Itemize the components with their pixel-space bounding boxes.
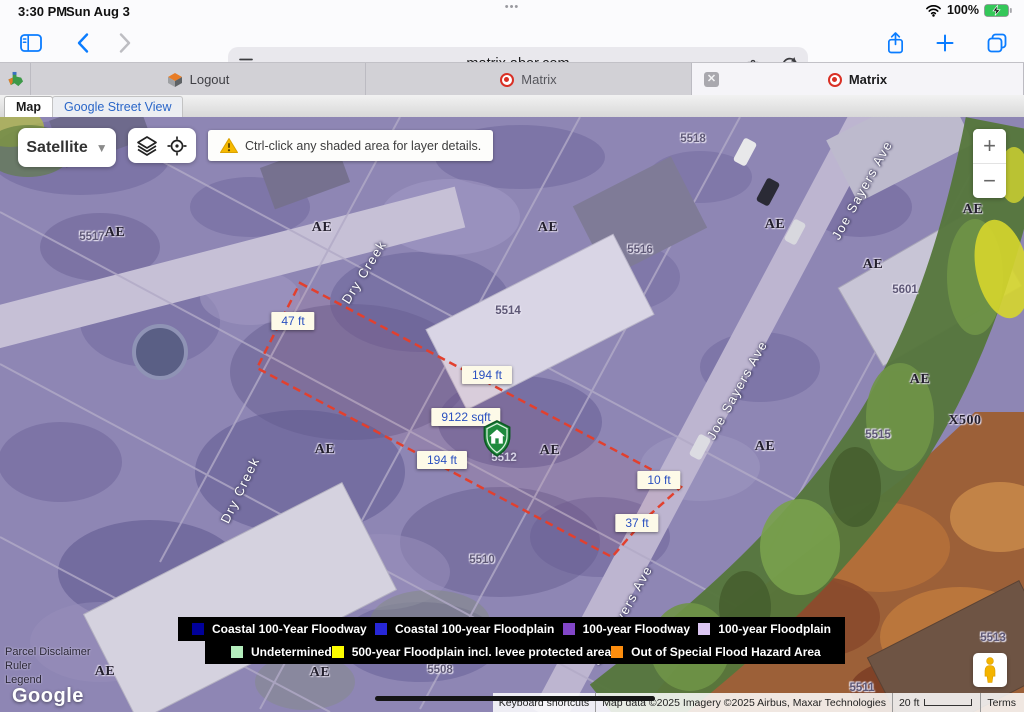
texas-shape-icon (7, 71, 24, 88)
battery-percent: 100% (947, 3, 979, 17)
layers-icon (136, 135, 158, 157)
divider (892, 693, 893, 712)
zoom-control: + − (973, 129, 1006, 198)
map-tools-group (128, 128, 196, 163)
ipad-safari-screen: 3:30 PM Sun Aug 3 ••• 100% matrix.abor.c… (0, 0, 1024, 712)
sidebar-button[interactable] (18, 30, 44, 56)
view-switcher: Map Google Street View (0, 95, 1024, 118)
back-button[interactable] (70, 30, 96, 56)
legend-swatch (231, 646, 243, 658)
back-icon (76, 32, 90, 54)
legend-item: Undetermined (231, 645, 332, 659)
legend-label: 500-year Floodplain incl. levee protecte… (352, 645, 611, 659)
tab-label: Logout (190, 72, 230, 87)
my-location-button[interactable] (165, 134, 189, 158)
multitask-dots-icon: ••• (505, 1, 520, 13)
share-icon (886, 31, 905, 55)
matrix-target-icon (828, 73, 842, 87)
legend-label: Undetermined (251, 645, 332, 659)
legend-item: 500-year Floodplain incl. levee protecte… (332, 645, 611, 659)
status-bar: 3:30 PM Sun Aug 3 ••• 100% (0, 0, 1024, 22)
tab-strip: Logout Matrix ✕ Matrix (0, 62, 1024, 96)
map-type-dropdown[interactable]: Satellite ▼ (18, 128, 116, 167)
status-date: Sun Aug 3 (66, 4, 130, 19)
safari-toolbar: matrix.abor.com (0, 22, 1024, 62)
terms-link[interactable]: Terms (987, 697, 1024, 709)
legend-row: Coastal 100-Year Floodway Coastal 100-yea… (178, 617, 845, 641)
plus-icon (935, 33, 955, 53)
status-right-cluster: 100% (925, 3, 1012, 17)
tab-google-street-view[interactable]: Google Street View (52, 96, 183, 118)
crosshair-icon (166, 135, 188, 157)
legend-item: Coastal 100-Year Floodway (192, 622, 367, 636)
map-scale: 20 ft (899, 697, 974, 709)
scale-bar (924, 699, 972, 706)
sidebar-icon (20, 34, 42, 52)
legend-swatch (375, 623, 387, 635)
google-logo[interactable]: Google (12, 685, 84, 708)
legend-swatch (698, 623, 710, 635)
layers-button[interactable] (135, 134, 159, 158)
share-button[interactable] (882, 30, 908, 56)
street-view-pegman-button[interactable] (973, 653, 1007, 687)
status-time: 3:30 PM (18, 4, 67, 19)
tab-map-view[interactable]: Map (4, 96, 53, 118)
forward-button[interactable] (112, 30, 138, 56)
legend-label: Coastal 100-year Floodplain (395, 622, 554, 636)
horizontal-scrollbar[interactable] (375, 696, 655, 701)
legend-label: 100-year Floodway (583, 622, 690, 636)
legend-swatch (611, 646, 623, 658)
map-canvas[interactable]: Joe Sayers AveJoe Sayers AveJoe Sayers A… (0, 117, 1024, 712)
matrix-target-icon (500, 73, 514, 87)
ruler-link[interactable]: Ruler (5, 660, 31, 672)
legend-item: Coastal 100-year Floodplain (375, 622, 554, 636)
flood-legend: Coastal 100-Year Floodway Coastal 100-yea… (178, 617, 845, 664)
property-marker[interactable] (481, 419, 513, 462)
wifi-icon (925, 4, 942, 17)
legend-item: 100-year Floodway (563, 622, 690, 636)
battery-icon (984, 4, 1012, 17)
chevron-down-icon: ▼ (96, 141, 108, 155)
legend-item: Out of Special Flood Hazard Area (611, 645, 821, 659)
legend-item: 100-year Floodplain (698, 622, 831, 636)
warning-icon (220, 137, 238, 154)
cube-icon (167, 72, 183, 88)
map-type-label: Satellite (26, 139, 87, 157)
legend-swatch (563, 623, 575, 635)
tabs-icon (986, 32, 1008, 54)
tab-label: Matrix (521, 72, 556, 87)
forward-icon (118, 32, 132, 54)
zoom-out-button[interactable]: − (973, 164, 1006, 198)
tab-matrix-background[interactable]: Matrix (366, 63, 692, 96)
layer-details-notice: Ctrl-click any shaded area for layer det… (208, 130, 493, 161)
legend-row: Undetermined 500-year Floodplain incl. le… (205, 641, 845, 665)
legend-label: Out of Special Flood Hazard Area (631, 645, 821, 659)
tab-matrix-active[interactable]: ✕ Matrix (692, 63, 1024, 96)
divider (980, 693, 981, 712)
scale-label: 20 ft (899, 697, 919, 709)
texas-favicon (0, 63, 31, 96)
legend-label: 100-year Floodplain (718, 622, 831, 636)
house-shield-icon (481, 419, 513, 457)
close-tab-icon[interactable]: ✕ (704, 72, 719, 87)
zoom-in-button[interactable]: + (973, 129, 1006, 163)
pegman-icon (982, 657, 998, 683)
new-tab-button[interactable] (932, 30, 958, 56)
tabs-overview-button[interactable] (984, 30, 1010, 56)
parcel-disclaimer-link[interactable]: Parcel Disclaimer (5, 646, 91, 658)
legend-swatch (332, 646, 344, 658)
legend-swatch (192, 623, 204, 635)
tab-label: Matrix (849, 72, 887, 87)
tab-logout[interactable]: Logout (31, 63, 366, 96)
notice-text: Ctrl-click any shaded area for layer det… (245, 139, 481, 153)
legend-label: Coastal 100-Year Floodway (212, 622, 367, 636)
